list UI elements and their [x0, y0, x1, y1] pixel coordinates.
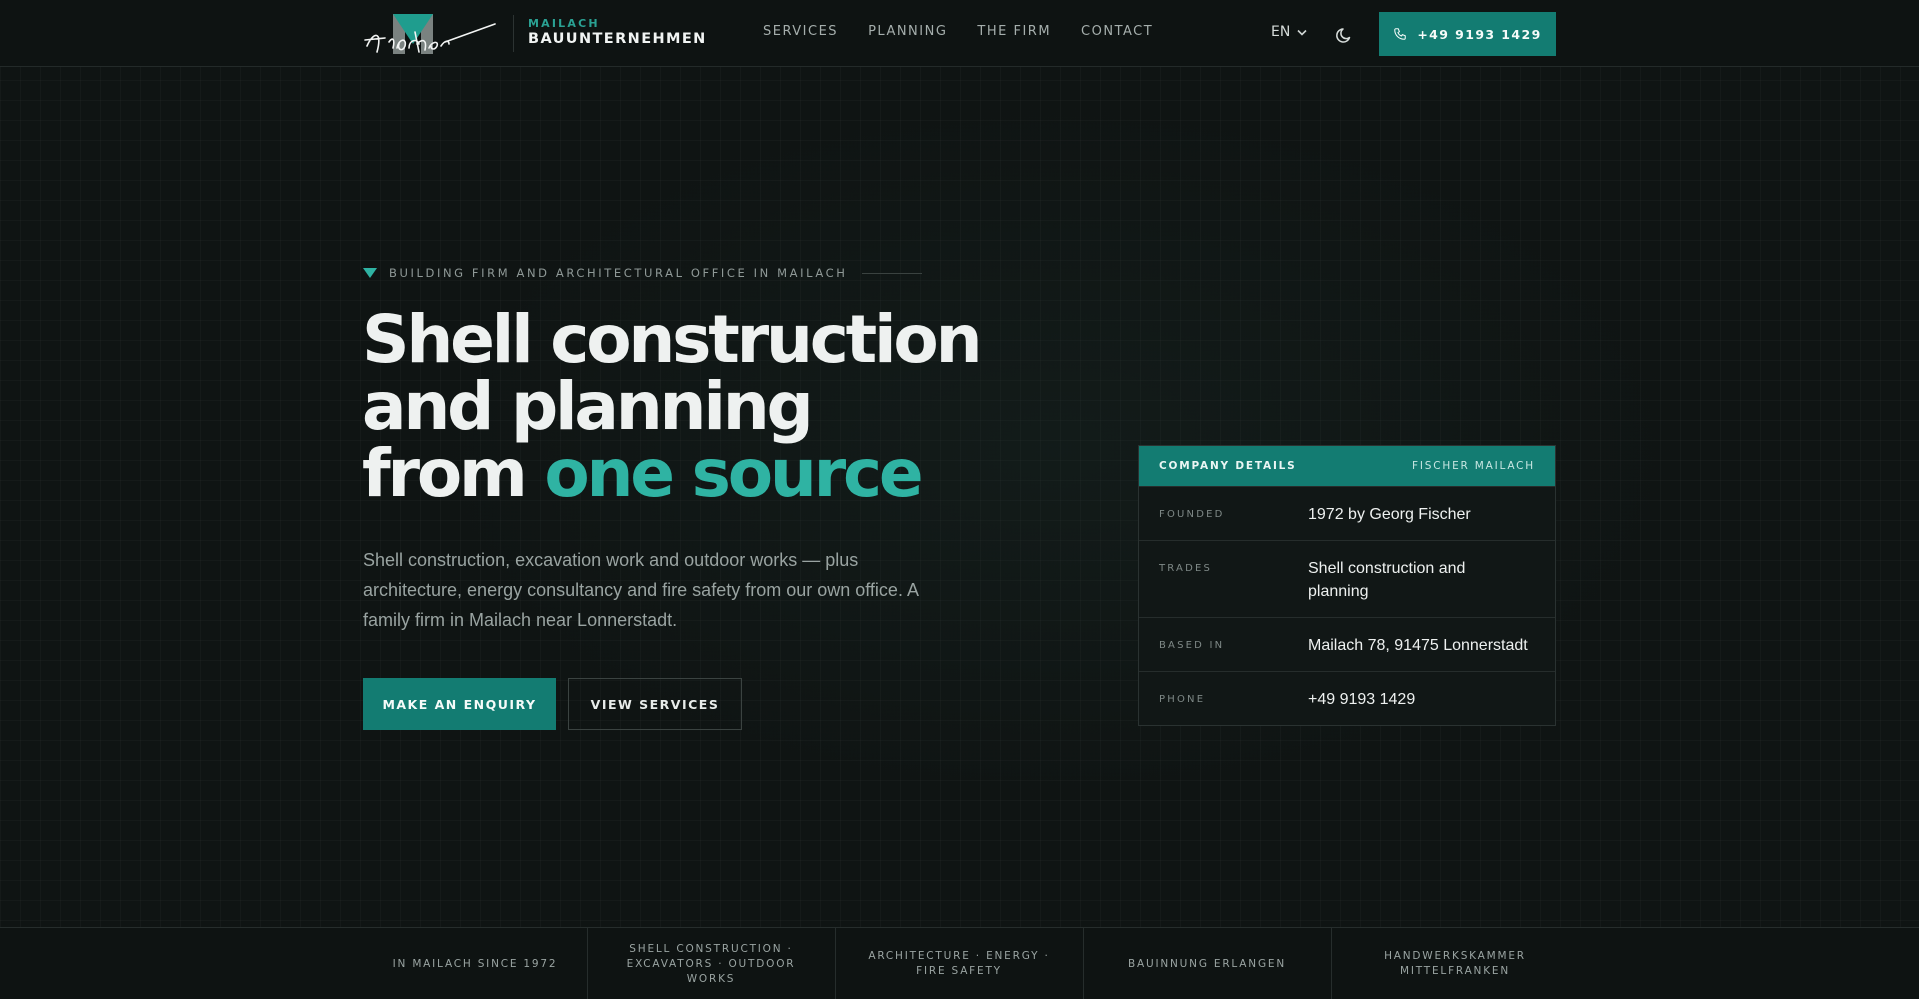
credentials-strip: IN MAILACH SINCE 1972 SHELL CONSTRUCTION…	[0, 927, 1919, 999]
make-enquiry-button[interactable]: MAKE AN ENQUIRY	[363, 678, 556, 730]
logo-divider	[513, 15, 514, 52]
logo-name: BAUUNTERNEHMEN	[528, 31, 707, 47]
detail-row-based-in: BASED IN Mailach 78, 91475 Lonnerstadt	[1139, 617, 1555, 671]
hero-headline: Shell construction and planning from one…	[362, 301, 983, 507]
phone-icon	[1394, 28, 1407, 40]
card-subtitle: FISCHER MAILACH	[1412, 460, 1535, 472]
card-header: COMPANY DETAILS FISCHER MAILACH	[1139, 446, 1555, 486]
main-nav: SERVICES PLANNING THE FIRM CONTACT	[763, 24, 1183, 39]
hero-lead-text: Shell construction, excavation work and …	[363, 550, 918, 630]
detail-value: +49 9193 1429	[1308, 691, 1416, 708]
chevron-down-icon	[1297, 29, 1307, 36]
eyebrow-text: BUILDING FIRM AND ARCHITECTURAL OFFICE I…	[389, 266, 848, 280]
detail-row-phone: PHONE +49 9193 1429	[1139, 671, 1555, 725]
strip-item: HANDWERKSKAMMER MITTELFRANKEN	[1384, 950, 1526, 977]
detail-label: FOUNDED	[1159, 509, 1225, 520]
theme-toggle-button[interactable]	[1334, 24, 1356, 46]
header-phone-number: +49 9193 1429	[1417, 26, 1542, 42]
nav-planning[interactable]: PLANNING	[868, 24, 947, 39]
eyebrow-rule	[861, 272, 922, 274]
detail-value: Shell construction and planning	[1308, 560, 1466, 600]
strip-item: BAUINNUNG ERLANGEN	[1128, 957, 1286, 970]
detail-value: 1972 by Georg Fischer	[1308, 506, 1471, 523]
detail-label: BASED IN	[1159, 640, 1225, 651]
language-selector[interactable]: EN	[1271, 24, 1307, 40]
company-details-card: COMPANY DETAILS FISCHER MAILACH FOUNDED …	[1138, 445, 1556, 726]
card-title: COMPANY DETAILS	[1159, 460, 1297, 472]
fischer-logo[interactable]	[363, 12, 497, 56]
triangle-marker-icon	[363, 268, 377, 278]
headline-line-3: from one source	[362, 440, 979, 507]
nav-the-firm[interactable]: THE FIRM	[977, 24, 1051, 39]
detail-row-trades: TRADES Shell construction and planning	[1139, 540, 1555, 617]
detail-row-founded: FOUNDED 1972 by Georg Fischer	[1139, 486, 1555, 540]
strip-item: SHELL CONSTRUCTION · EXCAVATORS · OUTDOO…	[626, 942, 796, 985]
nav-contact[interactable]: CONTACT	[1081, 24, 1153, 39]
hero-eyebrow: BUILDING FIRM AND ARCHITECTURAL OFFICE I…	[363, 266, 922, 280]
detail-value: Mailach 78, 91475 Lonnerstadt	[1308, 637, 1528, 654]
strip-item: IN MAILACH SINCE 1972	[392, 957, 558, 970]
detail-label: PHONE	[1159, 694, 1206, 705]
detail-label: TRADES	[1159, 563, 1213, 574]
logo-kicker: MAILACH	[528, 17, 600, 30]
strip-item: ARCHITECTURE · ENERGY · FIRE SAFETY	[868, 950, 1050, 977]
fischer-signature-logo-icon	[364, 14, 496, 54]
headline-line-3-prefix: from	[362, 435, 545, 512]
nav-services[interactable]: SERVICES	[763, 24, 838, 39]
header-phone-button[interactable]: +49 9193 1429	[1379, 12, 1556, 56]
moon-icon	[1336, 28, 1351, 43]
headline-accent: one source	[544, 435, 923, 512]
language-label: EN	[1271, 24, 1291, 40]
headline-line-1: Shell construction	[362, 301, 983, 378]
view-services-button[interactable]: VIEW SERVICES	[568, 678, 742, 730]
headline-line-2: and planning	[362, 368, 814, 445]
site-header: MAILACH BAUUNTERNEHMEN SERVICES PLANNING…	[0, 0, 1919, 67]
